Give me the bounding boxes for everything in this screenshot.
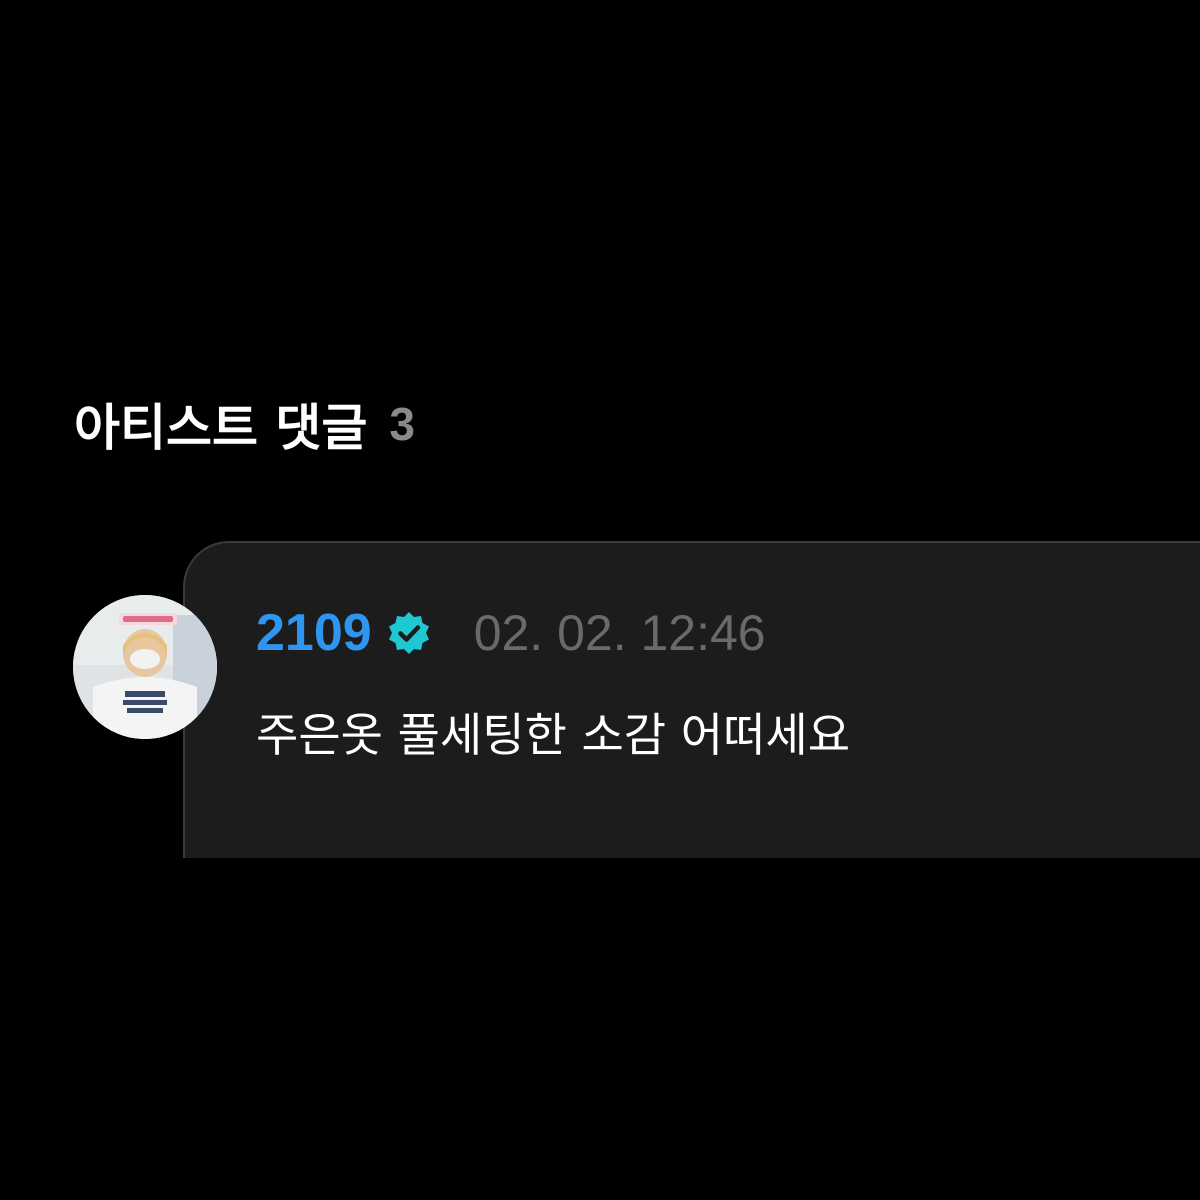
comment-meta: 2109 02. 02. 12:46: [256, 600, 766, 666]
comment-count: 3: [389, 398, 416, 450]
section-title: 아티스트 댓글: [74, 399, 368, 457]
comment-text: 주은옷 풀세팅한 소감 어떠세요: [256, 708, 851, 762]
comment-timestamp: 02. 02. 12:46: [473, 605, 766, 661]
verified-badge-icon: [384, 608, 434, 658]
author-name[interactable]: 2109: [256, 603, 372, 663]
artist-comments-header: 아티스트 댓글 3: [74, 388, 415, 460]
avatar-image: [73, 595, 217, 739]
avatar[interactable]: [73, 595, 217, 739]
